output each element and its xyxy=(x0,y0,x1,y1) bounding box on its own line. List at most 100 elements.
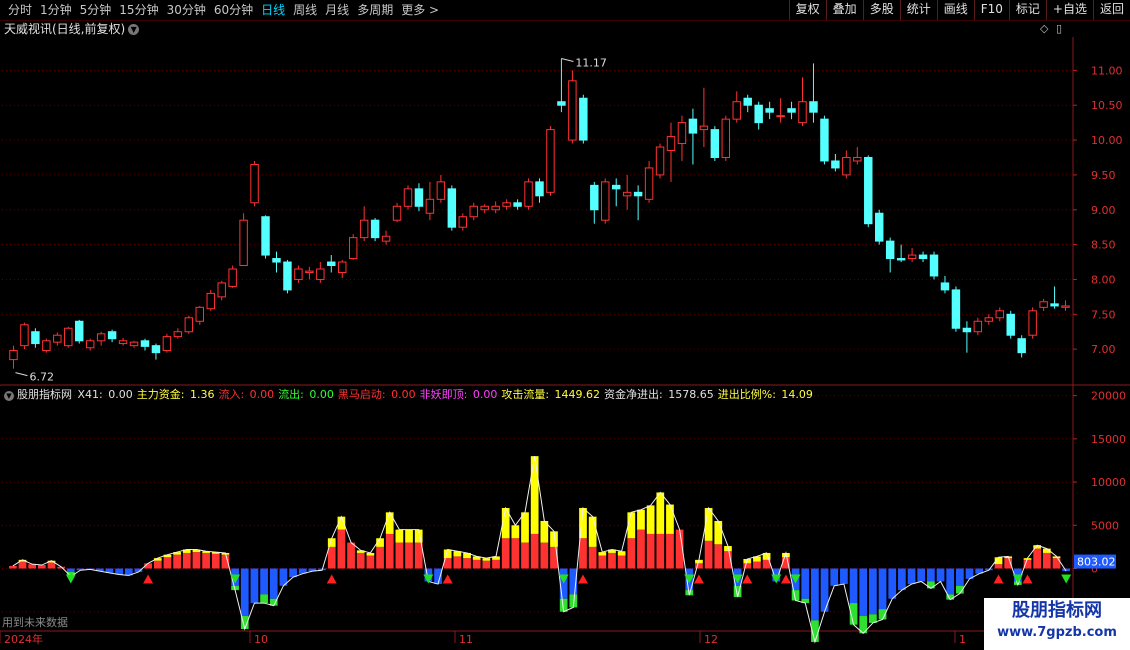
attack-bar xyxy=(385,512,394,534)
inflow-bar xyxy=(704,540,713,569)
time-tick-label: 2024年 xyxy=(4,632,43,646)
toolbar-button[interactable]: +自选 xyxy=(1045,0,1093,20)
candle-body xyxy=(480,205,489,211)
action-bar: 复权 叠加 多股 统计 画线 F10 标记 +自选 返回 xyxy=(788,0,1130,20)
indicator-field: X41: 0.00 xyxy=(78,388,135,401)
period-tab[interactable]: 日线 xyxy=(257,0,289,20)
toolbar-button[interactable]: 多股 xyxy=(862,0,900,20)
candle xyxy=(688,108,698,165)
candle-body xyxy=(721,118,731,158)
toolbar-button[interactable]: 画线 xyxy=(936,0,974,20)
info-icon[interactable]: ▯ xyxy=(1056,22,1062,35)
toolbar-button[interactable]: F10 xyxy=(973,0,1009,20)
inflow-bar xyxy=(656,533,665,569)
period-tab[interactable]: 15分钟 xyxy=(115,0,162,20)
candle-body xyxy=(261,216,270,256)
toolbar-button[interactable]: 统计 xyxy=(899,0,937,20)
candle xyxy=(677,115,687,161)
toolbar-button[interactable]: 复权 xyxy=(788,0,826,20)
candle-body xyxy=(75,320,84,342)
low-price-label: 6.72 xyxy=(29,371,54,384)
buy-signal-icon xyxy=(143,574,154,584)
outflow-bar xyxy=(869,568,877,615)
inflow-bar xyxy=(637,529,645,569)
period-tab[interactable]: 多周期 xyxy=(353,0,397,20)
inflow-bar xyxy=(463,558,471,569)
candle-body xyxy=(776,115,785,118)
period-tab[interactable]: 60分钟 xyxy=(210,0,257,20)
candle xyxy=(42,338,51,353)
period-tab[interactable]: 月线 xyxy=(321,0,353,20)
candle xyxy=(64,326,73,348)
period-tab[interactable]: 1分钟 xyxy=(36,0,76,20)
candle xyxy=(469,202,478,221)
candle xyxy=(907,248,917,263)
indicator-bar xyxy=(250,568,259,604)
indicator-field-label: 流入: xyxy=(218,388,245,401)
candle xyxy=(381,230,391,245)
candle xyxy=(776,98,785,123)
diamond-icon[interactable]: ◇ xyxy=(1040,22,1048,35)
buy-signal-icon xyxy=(780,574,791,584)
future-data-note: 用到未来数据 xyxy=(2,616,68,629)
chevron-down-icon[interactable]: ▼ xyxy=(4,391,14,401)
time-tick-label: 10 xyxy=(254,633,268,646)
chevron-right-icon[interactable]: > xyxy=(425,3,439,17)
indicator-field: 进出比例%: 14.09 xyxy=(718,388,815,401)
indicator-bar xyxy=(994,557,1003,569)
inflow-bar xyxy=(714,544,723,569)
candle xyxy=(853,147,862,165)
outflow-bar xyxy=(434,568,442,585)
chart-title[interactable]: 天威视讯(日线,前复权) ▼ xyxy=(4,21,140,37)
candle xyxy=(129,340,139,348)
toolbar-button[interactable]: 叠加 xyxy=(825,0,863,20)
period-tab[interactable]: 30分钟 xyxy=(163,0,210,20)
attack-bar xyxy=(395,529,404,543)
candle-body xyxy=(118,340,128,345)
toolbar-button[interactable]: 标记 xyxy=(1008,0,1046,20)
candle-body xyxy=(984,317,994,322)
candle xyxy=(874,209,884,245)
period-tab[interactable]: 分时 xyxy=(4,0,36,20)
candle xyxy=(107,329,117,343)
indicator-bar xyxy=(405,529,413,569)
candle xyxy=(272,251,281,273)
candle-body xyxy=(9,350,18,361)
indicator-field-value: 14.09 xyxy=(777,388,813,401)
candle xyxy=(206,289,215,311)
candle xyxy=(217,280,226,301)
inflow-bar xyxy=(47,562,56,569)
inflow-bar xyxy=(8,565,17,569)
period-tab[interactable]: 5分钟 xyxy=(76,0,116,20)
indicator-bar xyxy=(211,552,220,569)
indicator-bar xyxy=(540,520,549,569)
candle xyxy=(425,181,435,221)
indicator-field: 流出: 0.00 xyxy=(278,388,336,401)
candle-body xyxy=(677,122,687,145)
indicator-bar xyxy=(907,568,916,585)
toolbar-button[interactable]: 返回 xyxy=(1092,0,1130,20)
inflow-bar xyxy=(598,555,607,569)
indicator-field-value: 0.00 xyxy=(305,388,334,401)
period-tab[interactable]: 周线 xyxy=(289,0,321,20)
indicator-field-label: 资金净进出: xyxy=(604,388,663,401)
candle xyxy=(85,338,95,351)
inflow-bar xyxy=(540,542,549,569)
period-tab[interactable]: 更多 > xyxy=(397,0,443,20)
indicator-bar xyxy=(173,552,181,569)
candle xyxy=(327,255,336,273)
price-tick-label: 10.00 xyxy=(1091,134,1123,147)
inflow-bar xyxy=(627,538,636,569)
price-tick-label: 9.50 xyxy=(1091,169,1116,182)
indicator-field-label: 主力资金: xyxy=(136,388,185,401)
indicator-bar xyxy=(859,568,868,634)
inflow-bar xyxy=(617,555,626,569)
indicator-name[interactable]: 股朋指标网 xyxy=(17,388,76,401)
watermark-logo: 股朋指标网 www.7gpzb.com xyxy=(984,598,1130,650)
chevron-down-icon[interactable]: ▼ xyxy=(128,24,140,35)
indicator-bar xyxy=(202,551,210,569)
candle-body xyxy=(206,292,215,310)
candle-body xyxy=(381,235,391,242)
indicator-field-value: 1449.62 xyxy=(551,388,601,401)
candle xyxy=(896,244,906,263)
